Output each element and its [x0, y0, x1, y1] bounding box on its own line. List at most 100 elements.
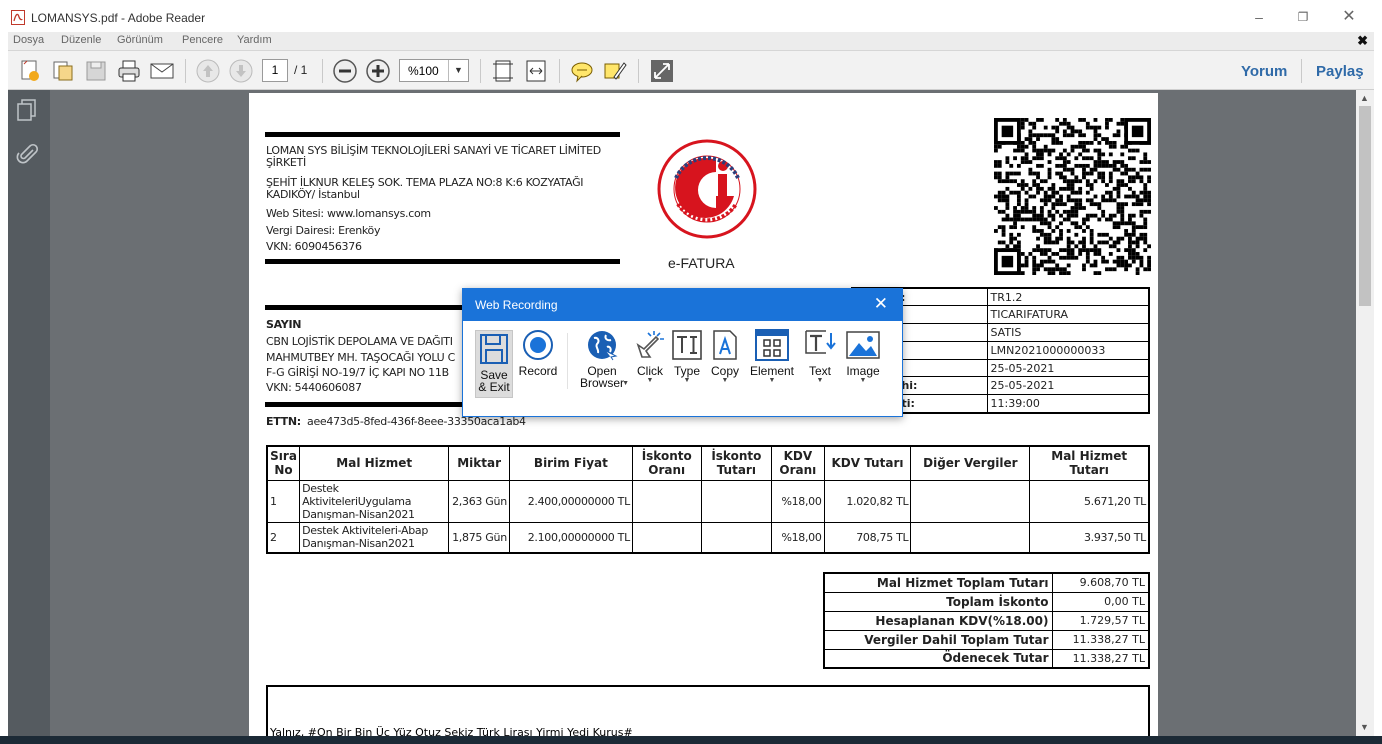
pdf-file-icon: [11, 10, 25, 25]
table-row: 1 Destek AktiviteleriUygulama Danışman-Ni…: [266, 479, 1150, 523]
print-icon[interactable]: [116, 58, 142, 84]
seller-tax-office: Vergi Dairesi: Erenköy: [266, 224, 381, 237]
save-exit-button[interactable]: Save & Exit: [475, 330, 513, 398]
fit-width-icon[interactable]: [523, 58, 549, 84]
table-cell: [910, 521, 1031, 554]
buyer-line-3: F-G GİRİŞİ NO-19/7 İÇ KAPI NO 11B: [266, 366, 449, 379]
highlight-icon[interactable]: [602, 58, 628, 84]
scroll-down-icon[interactable]: ▼: [1360, 722, 1369, 732]
taskbar: [0, 736, 1382, 744]
click-label: Click: [637, 364, 663, 378]
totals-table: Mal Hizmet Toplam Tutarı 9.608,70 TL Topla…: [823, 572, 1150, 669]
open-browser-button[interactable]: Open Browser ▼: [575, 329, 629, 397]
page-number-input[interactable]: 1: [262, 59, 288, 82]
menu-gorunum[interactable]: Görünüm: [117, 34, 163, 46]
text-extract-icon: [805, 330, 836, 354]
column-header: Diğer Vergiler: [910, 445, 1031, 481]
edit-pdf-icon[interactable]: [50, 58, 76, 84]
info-value: SATIS: [986, 323, 1150, 342]
next-page-icon[interactable]: [228, 58, 254, 84]
attachment-icon[interactable]: [16, 142, 40, 166]
info-value: TR1.2: [986, 287, 1150, 307]
email-icon[interactable]: [149, 58, 175, 84]
table-cell: 2.100,00000000 TL: [508, 521, 633, 554]
column-header: Mal Hizmet Tutarı: [1029, 445, 1150, 481]
record-icon: [523, 330, 553, 360]
amount-in-words-box: Yalnız, #On Bir Bin Üç Yüz Otuz Sekiz Tü…: [266, 685, 1150, 736]
table-cell: 2: [266, 521, 301, 554]
zoom-select[interactable]: %100 ▼: [399, 59, 469, 82]
record-label: Record: [518, 364, 558, 378]
info-value: TICARIFATURA: [986, 305, 1150, 325]
seller-address: ŞEHİT İLKNUR KELEŞ SOK. TEMA PLAZA NO:8 …: [266, 176, 584, 201]
menu-pencere[interactable]: Pencere: [182, 34, 223, 46]
copy-button[interactable]: Copy ▼: [708, 329, 742, 397]
menu-dosya[interactable]: Dosya: [13, 34, 44, 46]
image-button[interactable]: Image ▼: [844, 329, 882, 397]
record-button[interactable]: Record: [518, 329, 558, 397]
click-button[interactable]: Click ▼: [633, 329, 667, 397]
menu-bar: Dosya Düzenle Görünüm Pencere Yardım ✖: [8, 32, 1374, 50]
totals-value: 9.608,70 TL: [1051, 572, 1150, 593]
minimize-button[interactable]: –: [1250, 8, 1268, 26]
seller-vkn: VKN: 6090456376: [266, 240, 362, 253]
totals-label: Ödenecek Tutar: [823, 648, 1053, 669]
totals-label: Mal Hizmet Toplam Tutarı: [823, 572, 1053, 593]
globe-icon: [588, 331, 618, 361]
text-button[interactable]: Text ▼: [802, 329, 838, 397]
element-button[interactable]: Element ▼: [748, 329, 796, 397]
info-value: LMN2021000000033: [986, 340, 1150, 360]
chevron-down-icon[interactable]: ▼: [448, 60, 468, 81]
share-link[interactable]: Paylaş: [1316, 63, 1364, 80]
menu-yardim[interactable]: Yardım: [237, 34, 272, 46]
info-value: 25-05-2021: [986, 358, 1150, 378]
fullscreen-icon[interactable]: [649, 58, 675, 84]
buyer-line-2: MAHMUTBEY MH. TAŞOCAĞI YOLU C: [266, 351, 456, 364]
totals-row: Toplam İskonto 0,00 TL: [823, 591, 1150, 612]
comment-icon[interactable]: [569, 58, 595, 84]
totals-value: 1.729,57 TL: [1051, 610, 1150, 631]
restore-button[interactable]: ❐: [1294, 8, 1312, 26]
totals-value: 0,00 TL: [1051, 591, 1150, 612]
copy-label: Copy: [710, 364, 739, 378]
open-browser-label: Open Browser: [579, 364, 624, 390]
window-title: LOMANSYS.pdf - Adobe Reader: [31, 11, 206, 25]
totals-row: Hesaplanan KDV(%18.00) 1.729,57 TL: [823, 610, 1150, 631]
comment-link[interactable]: Yorum: [1241, 63, 1287, 80]
copy-document-icon: [713, 330, 737, 360]
previous-page-icon[interactable]: [195, 58, 221, 84]
title-bar: LOMANSYS.pdf - Adobe Reader – ❐ ✕: [0, 0, 1382, 32]
image-icon: [846, 331, 880, 359]
close-document-icon[interactable]: ✖: [1357, 33, 1368, 49]
vertical-scrollbar[interactable]: ▲ ▼: [1356, 90, 1374, 736]
page-total-label: / 1: [294, 63, 308, 77]
table-cell: [631, 521, 702, 554]
text-label: Text: [808, 364, 831, 378]
page-thumbnails-icon[interactable]: [16, 98, 40, 122]
close-icon[interactable]: ✕: [874, 294, 888, 314]
table-cell: 5.671,20 TL: [1029, 479, 1150, 523]
table-cell: 3.937,50 TL: [1029, 521, 1150, 554]
totals-value: 11.338,27 TL: [1051, 648, 1150, 669]
scroll-thumb[interactable]: [1359, 106, 1371, 306]
create-pdf-icon[interactable]: [17, 58, 43, 84]
table-cell: [910, 479, 1031, 523]
close-window-button[interactable]: ✕: [1340, 8, 1358, 26]
fit-page-icon[interactable]: [490, 58, 516, 84]
info-value: 11:39:00: [986, 394, 1150, 414]
zoom-in-icon[interactable]: [365, 58, 391, 84]
totals-row: Mal Hizmet Toplam Tutarı 9.608,70 TL: [823, 572, 1150, 593]
toolbar: 1 / 1 %100 ▼ Yorum Paylaş: [8, 50, 1374, 90]
chevron-down-icon: ▼: [859, 377, 867, 384]
type-button[interactable]: Type ▼: [670, 329, 704, 397]
table-cell: 1.020,82 TL: [823, 479, 912, 523]
seller-website: Web Sitesi: www.lomansys.com: [266, 207, 431, 220]
table-row: 2 Destek Aktiviteleri-Abap Danışman-Nisan…: [266, 521, 1150, 554]
buyer-line-1: CBN LOJİSTİK DEPOLAMA VE DAĞITI: [266, 335, 453, 348]
zoom-out-icon[interactable]: [332, 58, 358, 84]
save-icon[interactable]: [83, 58, 109, 84]
scroll-up-icon[interactable]: ▲: [1360, 93, 1369, 103]
click-pointer-icon: [636, 331, 664, 358]
ettn-label: ETTN:: [266, 415, 301, 428]
menu-duzenle[interactable]: Düzenle: [61, 34, 101, 46]
